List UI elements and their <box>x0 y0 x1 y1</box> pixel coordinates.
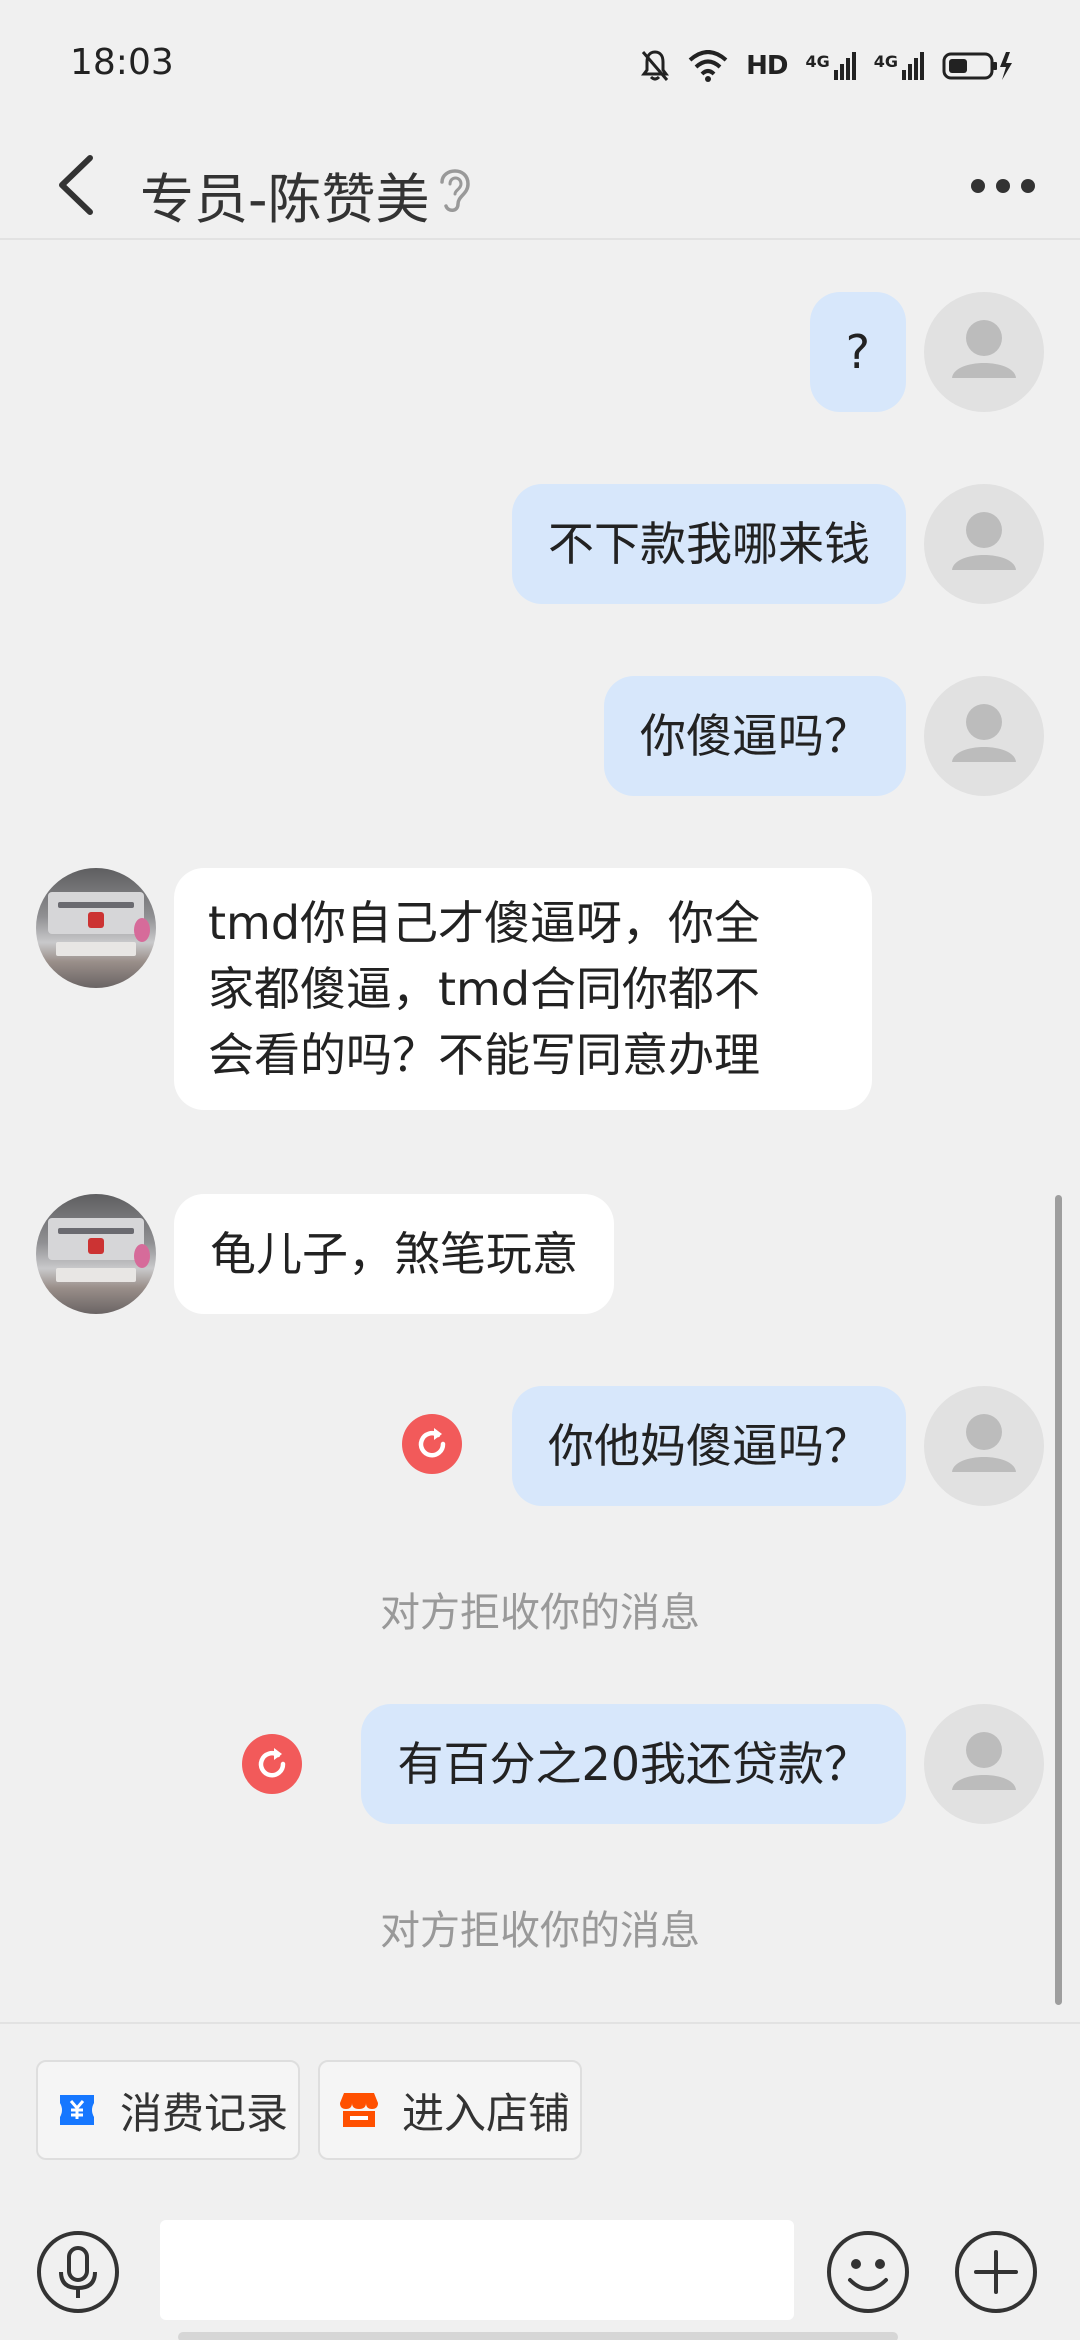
incoming-message[interactable]: 龟儿子，煞笔玩意 <box>174 1194 614 1314</box>
person-icon <box>952 1732 1016 1790</box>
chat-title: 专员-陈赞美 <box>140 168 430 231</box>
message-text: 不下款我哪来钱 <box>548 517 870 571</box>
message-list[interactable]: ? 不下款我哪来钱 你傻逼吗？ tmd你自己才傻逼呀，你全 家都傻逼，tmd合同… <box>0 242 1080 2022</box>
message-input[interactable] <box>160 2220 794 2320</box>
system-notice: 对方拒收你的消息 <box>380 1590 700 1636</box>
quick-action-label: 进入店铺 <box>402 2088 571 2138</box>
agent-avatar[interactable] <box>36 868 156 988</box>
outgoing-message[interactable]: 你傻逼吗？ <box>604 676 906 796</box>
message-text: ? <box>845 325 870 379</box>
message-line: 家都傻逼，tmd合同你都不 <box>208 962 761 1016</box>
quick-action-label: 消费记录 <box>120 2088 289 2138</box>
system-notice: 对方拒收你的消息 <box>380 1908 700 1954</box>
message-line: tmd你自己才傻逼呀，你全 <box>208 896 761 950</box>
scrollbar[interactable] <box>1055 1195 1062 2005</box>
person-icon <box>952 320 1016 378</box>
person-icon <box>952 1414 1016 1472</box>
user-avatar[interactable] <box>924 676 1044 796</box>
hd-voice-icon: HD <box>746 51 788 81</box>
status-time: 18:03 <box>70 42 174 83</box>
wifi-icon <box>688 50 728 82</box>
person-icon <box>952 704 1016 762</box>
bottom-toolbar: 消费记录 进入店铺 <box>0 2022 1080 2340</box>
agent-avatar[interactable] <box>36 1194 156 1314</box>
net-type-label: 4G <box>873 52 898 71</box>
consumption-record-button[interactable]: 消费记录 <box>36 2060 300 2160</box>
message-line: 会看的吗？不能写同意办理 <box>208 1028 760 1082</box>
outgoing-message[interactable]: 有百分之20我还贷款？ <box>361 1704 906 1824</box>
status-bar: 18:03 HD 4G 4G <box>0 0 1080 130</box>
message-text: 龟儿子，煞笔玩意 <box>210 1227 578 1281</box>
message-text: 你傻逼吗？ <box>640 709 870 763</box>
gesture-bar <box>178 2332 898 2340</box>
message-text: 你他妈傻逼吗？ <box>548 1419 870 1473</box>
store-icon <box>340 2093 378 2127</box>
net-type-label: 4G <box>805 52 830 71</box>
back-icon[interactable] <box>52 144 102 226</box>
user-avatar[interactable] <box>924 1386 1044 1506</box>
plus-icon[interactable] <box>954 2230 1038 2314</box>
voice-icon[interactable] <box>36 2230 120 2314</box>
outgoing-message[interactable]: ? <box>809 292 906 412</box>
user-avatar[interactable] <box>924 1704 1044 1824</box>
user-avatar[interactable] <box>924 484 1044 604</box>
emoji-icon[interactable] <box>826 2230 910 2314</box>
status-icons: HD 4G 4G <box>640 46 1014 86</box>
message-text: 有百分之20我还贷款？ <box>397 1737 870 1791</box>
user-avatar[interactable] <box>924 292 1044 412</box>
signal-4g-icon: 4G <box>874 52 924 80</box>
ear-icon <box>440 169 470 212</box>
mute-bell-icon <box>641 50 670 81</box>
more-icon[interactable] <box>968 168 1038 204</box>
incoming-message[interactable]: tmd你自己才傻逼呀，你全 家都傻逼，tmd合同你都不 会看的吗？不能写同意办理 <box>174 868 872 1110</box>
chat-header: 专员-陈赞美 <box>0 130 1080 240</box>
outgoing-message[interactable]: 不下款我哪来钱 <box>512 484 906 604</box>
resend-icon[interactable] <box>402 1414 462 1474</box>
person-icon <box>952 512 1016 570</box>
receipt-yen-icon <box>60 2095 94 2125</box>
resend-icon[interactable] <box>242 1734 302 1794</box>
enter-store-button[interactable]: 进入店铺 <box>318 2060 582 2160</box>
signal-4g-icon: 4G <box>805 52 856 80</box>
battery-charging-icon <box>942 52 1012 80</box>
outgoing-message[interactable]: 你他妈傻逼吗？ <box>512 1386 906 1506</box>
